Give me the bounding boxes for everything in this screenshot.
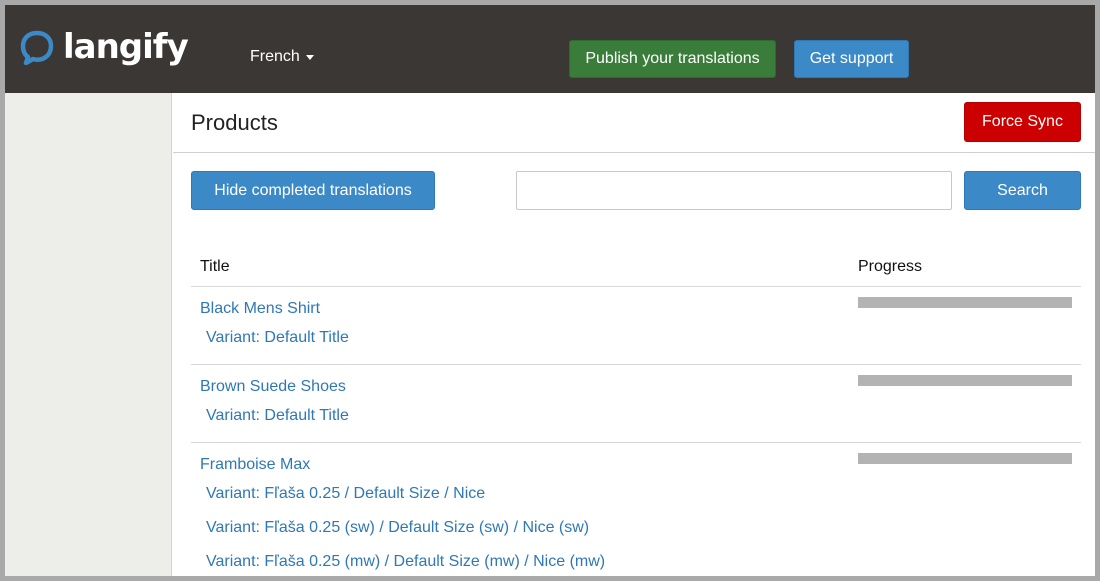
- header-divider: [173, 152, 1095, 153]
- products-table: Title Progress Black Mens Shirt Variant:…: [191, 233, 1081, 576]
- get-support-button[interactable]: Get support: [794, 40, 909, 78]
- column-header-progress: Progress: [858, 258, 923, 275]
- top-navbar: langify French Publish your translations…: [5, 5, 1095, 93]
- langify-logo[interactable]: langify: [19, 27, 189, 67]
- progress-bar: [858, 297, 1072, 308]
- language-label: French: [250, 48, 300, 65]
- hide-completed-button[interactable]: Hide completed translations: [191, 171, 435, 210]
- main-content: Products Force Sync Hide completed trans…: [173, 93, 1095, 576]
- column-header-title: Title: [200, 258, 230, 275]
- variant-link[interactable]: Variant: Fľaša 0.25 / Default Size / Nic…: [206, 485, 485, 503]
- product-title-link[interactable]: Brown Suede Shoes: [200, 378, 346, 396]
- sidebar: [5, 93, 172, 576]
- publish-translations-button[interactable]: Publish your translations: [569, 40, 776, 78]
- table-row: Framboise Max Variant: Fľaša 0.25 / Defa…: [191, 443, 1081, 576]
- caret-down-icon: [305, 54, 314, 60]
- search-input[interactable]: [516, 171, 952, 210]
- variant-link[interactable]: Variant: Fľaša 0.25 (sw) / Default Size …: [206, 519, 589, 537]
- language-dropdown[interactable]: French: [250, 48, 314, 66]
- variant-link[interactable]: Variant: Default Title: [206, 407, 349, 425]
- search-button[interactable]: Search: [964, 171, 1081, 210]
- logo-text: langify: [63, 27, 189, 67]
- product-title-link[interactable]: Framboise Max: [200, 456, 310, 474]
- speech-bubble-logo-icon: [19, 29, 55, 66]
- force-sync-button[interactable]: Force Sync: [964, 102, 1081, 142]
- variant-link[interactable]: Variant: Default Title: [206, 329, 349, 347]
- table-header: Title Progress: [191, 233, 1081, 287]
- app-window: langify French Publish your translations…: [5, 5, 1095, 576]
- table-row: Brown Suede Shoes Variant: Default Title: [191, 365, 1081, 443]
- progress-bar: [858, 453, 1072, 464]
- variant-link[interactable]: Variant: Fľaša 0.25 (mw) / Default Size …: [206, 553, 605, 571]
- product-title-link[interactable]: Black Mens Shirt: [200, 300, 320, 318]
- page-title: Products: [191, 110, 278, 135]
- progress-bar: [858, 375, 1072, 386]
- table-row: Black Mens Shirt Variant: Default Title: [191, 287, 1081, 365]
